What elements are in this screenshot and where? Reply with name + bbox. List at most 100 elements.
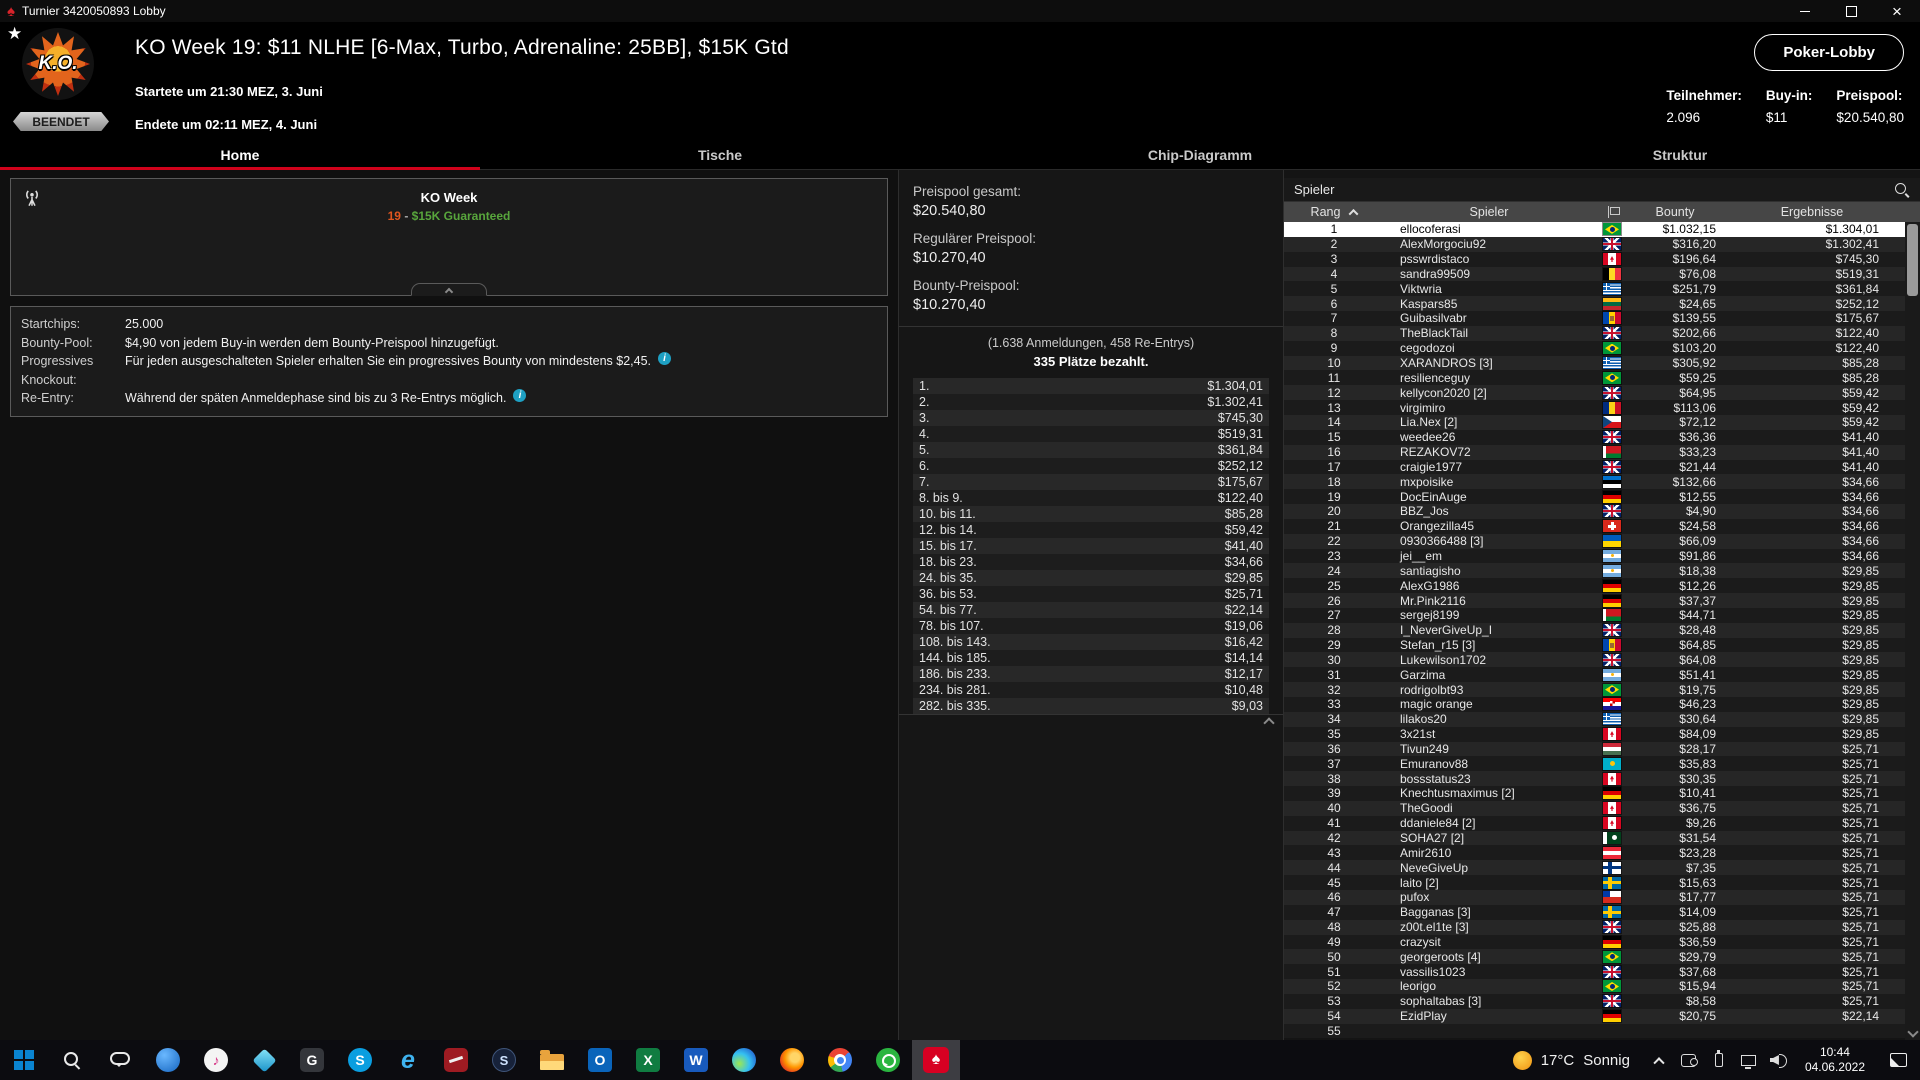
player-row[interactable]: 51 vassilis1023 $37,68 $25,71: [1284, 964, 1905, 980]
player-row[interactable]: 40 TheGoodi $36,75 $25,71: [1284, 800, 1905, 816]
player-row[interactable]: 16 REZAKOV72 $33,23 $41,40: [1284, 444, 1905, 460]
player-row[interactable]: 38 bossstatus23 $30,35 $25,71: [1284, 771, 1905, 787]
player-row[interactable]: 23 jei__em $91,86 $34,66: [1284, 548, 1905, 564]
taskbar-clock[interactable]: 10:44 04.06.2022: [1794, 1045, 1876, 1075]
player-row[interactable]: 41 ddaniele84 [2] $9,26 $25,71: [1284, 815, 1905, 831]
collapse-payouts-control[interactable]: [899, 714, 1283, 729]
player-row[interactable]: 50 georgeroots [4] $29,79 $25,71: [1284, 949, 1905, 965]
player-row[interactable]: 39 Knechtusmaximus [2] $10,41 $25,71: [1284, 786, 1905, 801]
poker-lobby-button[interactable]: Poker-Lobby: [1754, 34, 1904, 71]
search-icon[interactable]: [1894, 182, 1910, 198]
player-row[interactable]: 15 weedee26 $36,36 $41,40: [1284, 429, 1905, 445]
player-row[interactable]: 29 Stefan_r15 [3] $64,85 $29,85: [1284, 637, 1905, 653]
taskbar-word-button[interactable]: [672, 1040, 720, 1080]
player-row[interactable]: 3 psswrdistaco $196,64 $745,30: [1284, 251, 1905, 267]
player-row[interactable]: 53 sophaltabas [3] $8,58 $25,71: [1284, 993, 1905, 1009]
player-row[interactable]: 7 Guibasilvabr $139,55 $175,67: [1284, 311, 1905, 326]
player-row[interactable]: 46 pufox $17,77 $25,71: [1284, 889, 1905, 905]
taskbar-chrome-button[interactable]: [816, 1040, 864, 1080]
taskbar-gem-button[interactable]: [240, 1040, 288, 1080]
player-row[interactable]: 26 Mr.Pink2116 $37,37 $29,85: [1284, 593, 1905, 608]
player-row[interactable]: 44 NeveGiveUp $7,35 $25,71: [1284, 860, 1905, 876]
player-row[interactable]: 1 ellocoferasi $1.032,15 $1.304,01: [1284, 222, 1905, 237]
player-row[interactable]: 18 mxpoisike $132,66 $34,66: [1284, 474, 1905, 490]
player-row[interactable]: 21 Orangezilla45 $24,58 $34,66: [1284, 518, 1905, 534]
player-row[interactable]: 35 3x21st $84,09 $29,85: [1284, 726, 1905, 742]
minimize-button[interactable]: [1782, 0, 1828, 22]
tab-struktur[interactable]: Struktur: [1440, 140, 1920, 169]
player-row[interactable]: 25 AlexG1986 $12,26 $29,85: [1284, 578, 1905, 594]
player-row[interactable]: 32 rodrigolbt93 $19,75 $29,85: [1284, 682, 1905, 697]
tab-chip-diagramm[interactable]: Chip-Diagramm: [960, 140, 1440, 169]
player-row[interactable]: 9 cegodozoi $103,20 $122,40: [1284, 340, 1905, 356]
weather-widget[interactable]: 17°C Sonnig: [1499, 1040, 1644, 1080]
taskbar-steam-button[interactable]: [480, 1040, 528, 1080]
column-header-results[interactable]: Ergebnisse: [1720, 205, 1920, 219]
player-row[interactable]: 31 Garzima $51,41 $29,85: [1284, 667, 1905, 683]
player-row[interactable]: 48 z00t.el1te [3] $25,88 $25,71: [1284, 919, 1905, 935]
taskbar-internet-explorer-button[interactable]: [384, 1040, 432, 1080]
tab-home[interactable]: Home: [0, 140, 480, 171]
player-row[interactable]: 30 Lukewilson1702 $64,08 $29,85: [1284, 652, 1905, 668]
player-row[interactable]: 55: [1284, 1023, 1905, 1039]
player-row[interactable]: 33 magic orange $46,23 $29,85: [1284, 697, 1905, 712]
player-row[interactable]: 54 EzidPlay $20,75 $22,14: [1284, 1008, 1905, 1024]
info-icon[interactable]: [513, 389, 527, 402]
tray-network-button[interactable]: [1734, 1040, 1764, 1080]
column-header-rank[interactable]: Rang: [1284, 205, 1384, 219]
player-row[interactable]: 20 BBZ_Jos $4,90 $34,66: [1284, 504, 1905, 519]
player-row[interactable]: 6 Kaspars85 $24,65 $252,12: [1284, 296, 1905, 312]
collapse-broadcast-tab[interactable]: [411, 283, 487, 297]
taskbar-whatsapp-button[interactable]: [864, 1040, 912, 1080]
player-row[interactable]: 42 SOHA27 [2] $31,54 $25,71: [1284, 830, 1905, 846]
player-row[interactable]: 36 Tivun249 $28,17 $25,71: [1284, 741, 1905, 757]
taskbar-search-button[interactable]: [48, 1040, 96, 1080]
player-row[interactable]: 8 TheBlackTail $202,66 $122,40: [1284, 325, 1905, 341]
tray-usb-button[interactable]: [1704, 1040, 1734, 1080]
player-row[interactable]: 22 0930366488 [3] $66,09 $34,66: [1284, 533, 1905, 549]
taskbar-outlook-button[interactable]: [576, 1040, 624, 1080]
taskbar-itunes-button[interactable]: [192, 1040, 240, 1080]
tab-tische[interactable]: Tische: [480, 140, 960, 169]
taskbar-app-blue-button[interactable]: [144, 1040, 192, 1080]
action-center-button[interactable]: [1876, 1040, 1920, 1080]
taskbar-start-button[interactable]: [0, 1040, 48, 1080]
taskbar-people-button[interactable]: [96, 1040, 144, 1080]
player-row[interactable]: 10 XARANDROS [3] $305,92 $85,28: [1284, 355, 1905, 371]
taskbar-file-explorer-button[interactable]: [528, 1040, 576, 1080]
player-row[interactable]: 47 Bagganas [3] $14,09 $25,71: [1284, 904, 1905, 920]
player-row[interactable]: 12 kellycon2020 [2] $64,95 $59,42: [1284, 385, 1905, 401]
taskbar-app-red-button[interactable]: [432, 1040, 480, 1080]
player-row[interactable]: 27 sergej8199 $44,71 $29,85: [1284, 607, 1905, 623]
player-row[interactable]: 19 DocEinAuge $12,55 $34,66: [1284, 489, 1905, 505]
column-header-player[interactable]: Spieler: [1384, 205, 1594, 219]
taskbar-g-app-button[interactable]: [288, 1040, 336, 1080]
player-row[interactable]: 49 crazysit $36,59 $25,71: [1284, 934, 1905, 950]
tray-volume-button[interactable]: [1764, 1040, 1794, 1080]
tray-chevron-button[interactable]: [1644, 1040, 1674, 1080]
player-row[interactable]: 37 Emuranov88 $35,83 $25,71: [1284, 756, 1905, 772]
player-row[interactable]: 45 laito [2] $15,63 $25,71: [1284, 875, 1905, 890]
column-header-flag[interactable]: [1594, 205, 1630, 219]
taskbar-excel-button[interactable]: [624, 1040, 672, 1080]
player-row[interactable]: 2 AlexMorgociu92 $316,20 $1.302,41: [1284, 236, 1905, 252]
column-header-bounty[interactable]: Bounty: [1630, 205, 1720, 219]
player-row[interactable]: 11 resilienceguy $59,25 $85,28: [1284, 370, 1905, 386]
taskbar-pokerstars-button[interactable]: [912, 1040, 960, 1080]
favorite-star-icon[interactable]: ★: [7, 24, 22, 44]
maximize-button[interactable]: [1828, 0, 1874, 22]
player-row[interactable]: 4 sandra99509 $76,08 $519,31: [1284, 266, 1905, 282]
close-button[interactable]: [1874, 0, 1920, 22]
taskbar-firefox-button[interactable]: [768, 1040, 816, 1080]
player-row[interactable]: 14 Lia.Nex [2] $72,12 $59,42: [1284, 414, 1905, 430]
players-scrollbar[interactable]: [1905, 222, 1920, 1040]
info-icon[interactable]: [658, 352, 672, 365]
player-row[interactable]: 17 craigie1977 $21,44 $41,40: [1284, 459, 1905, 475]
player-row[interactable]: 43 Amir2610 $23,28 $25,71: [1284, 845, 1905, 861]
taskbar-skype-button[interactable]: [336, 1040, 384, 1080]
tray-teams-button[interactable]: [1674, 1040, 1704, 1080]
player-row[interactable]: 52 leorigo $15,94 $25,71: [1284, 979, 1905, 994]
player-row[interactable]: 13 virgimiro $113,06 $59,42: [1284, 400, 1905, 415]
taskbar-edge-button[interactable]: [720, 1040, 768, 1080]
player-row[interactable]: 5 Viktwria $251,79 $361,84: [1284, 281, 1905, 297]
